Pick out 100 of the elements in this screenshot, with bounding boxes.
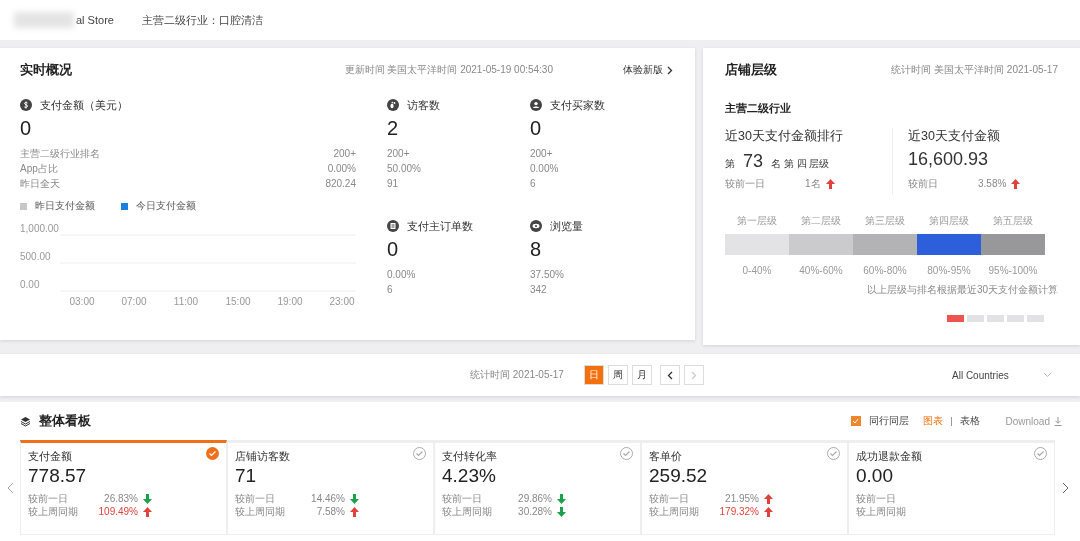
panel-title: 整体看板 (39, 412, 91, 430)
stat-value: 50.00% (387, 162, 422, 176)
industry-label: 主营二级行业：口腔清洁 (141, 12, 263, 28)
compare-label: 较上周同期 (649, 505, 700, 518)
metric-card[interactable]: 成功退款金额 0.00 较前一日 较上周同期 (848, 440, 1055, 535)
stat-value: 6 (530, 177, 537, 191)
tier-label: 第五层级 (993, 214, 1033, 228)
checkbox[interactable] (850, 416, 861, 426)
panel-title: 店铺层级 (725, 61, 777, 79)
store-name: al Store (14, 12, 114, 28)
card-value: 4.23% (442, 465, 496, 487)
stat-value: 0.00% (387, 268, 417, 282)
axis-label: 500.00 (20, 251, 51, 262)
axis-label: 23:00 (329, 296, 355, 307)
period-button[interactable]: 月 (631, 365, 652, 385)
compare-label: 较前一日 (856, 492, 897, 505)
footprint-icon (387, 99, 399, 111)
chevron-left-icon (666, 370, 673, 380)
stat-value: 200+ (530, 147, 554, 161)
axis-label: 07:00 (121, 296, 147, 307)
card-label: 支付转化率 (442, 449, 497, 464)
compare-value: 109.49% (97, 505, 138, 518)
new-version-link[interactable]: 体验新版 (623, 63, 673, 77)
layers-icon (20, 415, 31, 427)
stat-value: 91 (387, 177, 400, 191)
stat-value: 37.50% (530, 268, 565, 282)
card-value: 778.57 (28, 465, 87, 487)
tier-range: 95%-100% (988, 264, 1038, 278)
metric-label: 支付主订单数 (407, 218, 473, 234)
compare-value: 29.86% (517, 492, 552, 505)
metric-label: 支付买家数 (550, 97, 605, 113)
compare-label: 较前一日 (725, 177, 766, 191)
stat-time: 统计时间 2021-05-17 (470, 368, 564, 382)
compare-label: 较上周同期 (856, 505, 907, 518)
rank-prefix: 第 (725, 157, 735, 171)
metric-card[interactable]: 店铺访客数 71 较前一日 14.46% 较上周同期 7.58% (227, 440, 434, 535)
compare-label: 较前一日 (442, 492, 483, 505)
period-button[interactable]: 周 (607, 365, 628, 385)
compare-label: 较前一日 (235, 492, 276, 505)
compare-label: 较上周同期 (28, 505, 79, 518)
eye-icon (530, 220, 542, 232)
check-circle-icon (620, 447, 633, 460)
stat-value: 342 (530, 283, 548, 297)
compare-value: 3.58% (978, 177, 1007, 191)
download-icon (1054, 416, 1062, 426)
compare-label: 较前一日 (649, 492, 690, 505)
tier-range: 40%-60% (799, 264, 843, 278)
compare-value: 1名 (805, 177, 821, 191)
check-circle-icon (413, 447, 426, 460)
stat-value: 0.00% (530, 162, 560, 176)
compare-label: 较前一日 (28, 492, 69, 505)
dollar-icon (20, 99, 32, 111)
chevron-down-icon (1043, 372, 1052, 378)
metric-card[interactable]: 支付金额 778.57 较前一日 26.83% 较上周同期 109.49% (20, 440, 227, 535)
update-time: 更新时间 美国太平洋时间 2021-05-19 00:54:30 (344, 63, 553, 77)
check-circle-icon (827, 447, 840, 460)
document-icon (387, 220, 399, 232)
compare-value: 30.28% (517, 505, 552, 518)
card-value: 71 (235, 465, 257, 487)
country-select[interactable]: All Countries (952, 369, 1052, 381)
footnote: 以上层级与排名根据最近30天支付金额计算 (866, 283, 1058, 297)
stat-time: 统计时间 美国太平洋时间 2021-05-17 (891, 63, 1058, 77)
tier-label: 第三层级 (865, 214, 905, 228)
card-value: 0.00 (856, 465, 893, 487)
card-label: 店铺访客数 (235, 449, 290, 464)
legend-label: 今日支付金额 (136, 199, 196, 213)
view-tab[interactable]: 表格 (959, 414, 980, 428)
tier-range: 80%-95% (927, 264, 971, 278)
checked-icon (206, 447, 219, 460)
compare-label: 较前日 (908, 177, 939, 191)
axis-label: 03:00 (69, 296, 95, 307)
compare-value: 179.32% (718, 505, 759, 518)
axis-label: 15:00 (225, 296, 251, 307)
axis-label: 19:00 (277, 296, 303, 307)
rank-number: 73 (743, 151, 764, 172)
amount-value: 16,600.93 (908, 149, 990, 170)
metric-card[interactable]: 支付转化率 4.23% 较前一日 29.86% 较上周同期 30.28% (434, 440, 641, 535)
stat-value: 200+ (387, 147, 411, 161)
legend-label: 昨日支付金额 (35, 199, 95, 213)
metric-label: 浏览量 (550, 218, 583, 234)
chevron-right-icon (690, 370, 697, 380)
stat-value: 0.00% (327, 162, 356, 176)
metric-value: 0 (387, 238, 400, 261)
card-label: 支付金额 (28, 449, 72, 464)
stat-value: 6 (387, 283, 394, 297)
compare-value: 26.83% (103, 492, 138, 505)
metric-label: 访客数 (407, 97, 440, 113)
metric-card[interactable]: 客单价 259.52 较前一日 21.95% 较上周同期 179.32% (641, 440, 848, 535)
metric-label: 支付金额（美元） (40, 97, 128, 113)
stat-value: 820.24 (325, 177, 356, 191)
compare-value: 14.46% (310, 492, 345, 505)
card-value: 259.52 (649, 465, 708, 487)
prev-button[interactable] (659, 365, 680, 385)
chevron-right-icon (667, 65, 673, 75)
compare-value: 21.95% (724, 492, 759, 505)
metric-value: 8 (530, 238, 543, 261)
compare-label: 较上周同期 (235, 505, 286, 518)
stat-label: 主营二级行业排名 (20, 147, 100, 161)
tier-label: 第四层级 (929, 214, 969, 228)
metric-value: 2 (387, 117, 400, 140)
